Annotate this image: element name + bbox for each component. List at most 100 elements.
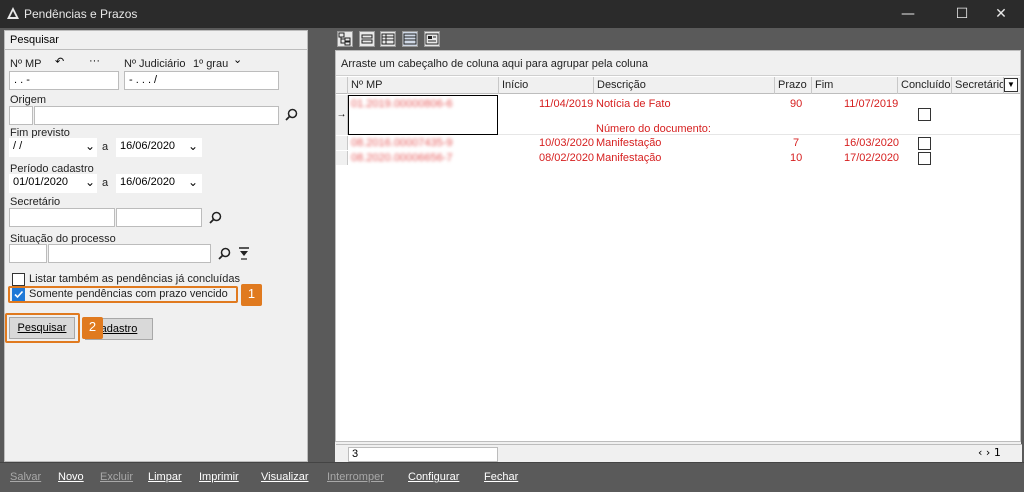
- column-header-nmp[interactable]: Nº MP: [348, 77, 499, 94]
- a-label-2: a: [102, 177, 109, 189]
- table-row[interactable]: 08.2020.00006656-7 08/02/2020 Manifestaç…: [336, 151, 1020, 165]
- column-header-secretario[interactable]: Secretário: [952, 77, 1004, 94]
- origem-search-icon[interactable]: [285, 108, 298, 121]
- record-count: 3: [348, 447, 498, 462]
- app-logo-icon: [7, 7, 19, 19]
- somente-vencido-checkbox[interactable]: [12, 288, 25, 301]
- configurar-button[interactable]: Configurar: [408, 471, 459, 483]
- fim-cell: 11/07/2019: [844, 98, 899, 110]
- pager: ‹ › 1: [978, 446, 1001, 459]
- row-indicator: [336, 136, 348, 150]
- origem-label: Origem: [10, 94, 47, 106]
- results-panel: Arraste um cabeçalho de coluna aqui para…: [335, 30, 1022, 464]
- excluir-button[interactable]: Excluir: [100, 471, 133, 483]
- list-view-icon[interactable]: [402, 31, 418, 47]
- fim-from-chevron-icon[interactable]: ⌄: [85, 139, 95, 153]
- novo-button[interactable]: Novo: [58, 471, 84, 483]
- current-row-arrow-icon: →: [336, 95, 348, 135]
- table-row[interactable]: → 01.2019.00000806-6 11/04/2019 Notícia …: [336, 95, 1020, 135]
- situacao-code-input[interactable]: [9, 244, 47, 263]
- prazo-cell: 90: [790, 98, 803, 110]
- fim-from-input[interactable]: / /: [9, 138, 97, 157]
- tree-view-icon[interactable]: [337, 31, 353, 47]
- column-chooser-icon[interactable]: ▼: [1004, 78, 1018, 92]
- concluido-checkbox[interactable]: [918, 152, 931, 165]
- descricao-cell: Notícia de Fato: [596, 98, 671, 110]
- nmp-cell: 01.2019.00000806-6: [351, 98, 453, 110]
- visualizar-button[interactable]: Visualizar: [261, 471, 309, 483]
- grid-footer: 3: [336, 444, 1022, 464]
- search-panel-title: Pesquisar: [5, 31, 307, 50]
- clear-filter-icon[interactable]: [239, 247, 249, 260]
- pesquisar-button[interactable]: Pesquisar: [9, 317, 75, 339]
- next-page-icon[interactable]: ›: [986, 446, 990, 459]
- prazo-cell: 7: [793, 137, 800, 149]
- column-header-descricao[interactable]: Descrição: [594, 77, 775, 94]
- grid-view-icon[interactable]: [380, 31, 396, 47]
- salvar-button[interactable]: Salvar: [10, 471, 41, 483]
- grau-chevron-icon[interactable]: ⌄: [233, 53, 242, 66]
- grau-select[interactable]: 1º grau: [193, 58, 228, 70]
- listar-concluidas-label: Listar também as pendências já concluída…: [29, 273, 240, 285]
- fechar-button[interactable]: Fechar: [484, 471, 518, 483]
- secretario-search-icon[interactable]: [209, 211, 222, 224]
- secretario-input[interactable]: [116, 208, 202, 227]
- minimize-button[interactable]: —: [885, 0, 931, 28]
- nmp-cell: 08.2016.00007435-9: [351, 137, 453, 149]
- situacao-search-icon[interactable]: [218, 247, 231, 260]
- a-label-1: a: [102, 141, 109, 153]
- njud-input[interactable]: - . . . /: [124, 71, 279, 90]
- group-by-area[interactable]: Arraste um cabeçalho de coluna aqui para…: [336, 51, 1020, 76]
- interromper-button[interactable]: Interromper: [327, 471, 384, 483]
- inicio-cell: 10/03/2020: [539, 137, 595, 149]
- fim-to-chevron-icon[interactable]: ⌄: [188, 139, 198, 153]
- grid-header: Nº MP Início Descrição Prazo Fim Concluí…: [336, 77, 1020, 94]
- fim-cell: 16/03/2020: [844, 137, 900, 149]
- checkmark-icon: [14, 290, 24, 299]
- concluido-checkbox[interactable]: [918, 108, 931, 121]
- column-header-concluido[interactable]: Concluído: [898, 77, 952, 94]
- page-number: 1: [993, 446, 1001, 459]
- descricao-cell: Manifestação: [596, 152, 662, 164]
- nmp-input[interactable]: . . -: [9, 71, 119, 90]
- secretario-code-input[interactable]: [9, 208, 115, 227]
- nmp-label: Nº MP: [10, 58, 42, 70]
- window-title: Pendências e Prazos: [24, 7, 138, 21]
- inicio-cell: 11/04/2019: [539, 98, 594, 110]
- undo-icon[interactable]: ↶: [55, 55, 64, 68]
- njud-label: Nº Judiciário: [124, 58, 186, 70]
- limpar-button[interactable]: Limpar: [148, 471, 182, 483]
- card-view-icon[interactable]: [424, 31, 440, 47]
- secretario-label: Secretário: [10, 196, 61, 208]
- documento-cell: Número do documento:: [596, 123, 711, 135]
- column-header-fim[interactable]: Fim: [812, 77, 898, 94]
- close-button[interactable]: ✕: [978, 0, 1024, 28]
- group-view-icon[interactable]: [359, 31, 375, 47]
- descricao-cell: Manifestação: [596, 137, 662, 149]
- row-indicator: [336, 151, 348, 165]
- column-header-prazo[interactable]: Prazo: [775, 77, 812, 94]
- prazo-cell: 10: [790, 152, 803, 164]
- somente-vencido-label: Somente pendências com prazo vencido: [29, 288, 228, 300]
- listar-concluidas-checkbox[interactable]: [12, 273, 25, 286]
- inicio-cell: 08/02/2020: [539, 152, 595, 164]
- table-row[interactable]: 08.2016.00007435-9 10/03/2020 Manifestaç…: [336, 136, 1020, 150]
- situacao-input[interactable]: [48, 244, 211, 263]
- row-indicator-header: [336, 77, 348, 94]
- nmp-cell: 08.2020.00006656-7: [351, 152, 453, 164]
- more-icon[interactable]: ···: [89, 55, 100, 67]
- periodo-from-chevron-icon[interactable]: ⌄: [85, 175, 95, 189]
- step-badge-1: 1: [241, 284, 262, 306]
- command-bar: Salvar Novo Excluir Limpar Imprimir Visu…: [0, 462, 1024, 492]
- step-badge-2: 2: [82, 317, 103, 339]
- search-panel: Pesquisar Nº MP ↶ ··· Nº Judiciário 1º g…: [4, 30, 308, 462]
- imprimir-button[interactable]: Imprimir: [199, 471, 239, 483]
- periodo-to-chevron-icon[interactable]: ⌄: [188, 175, 198, 189]
- origem-input[interactable]: [34, 106, 279, 125]
- view-toolbar: [335, 30, 1021, 50]
- prev-page-icon[interactable]: ‹: [978, 446, 982, 459]
- periodo-from-input[interactable]: 01/01/2020: [9, 174, 97, 193]
- column-header-inicio[interactable]: Início: [499, 77, 594, 94]
- concluido-checkbox[interactable]: [918, 137, 931, 150]
- origem-code-input[interactable]: [9, 106, 33, 125]
